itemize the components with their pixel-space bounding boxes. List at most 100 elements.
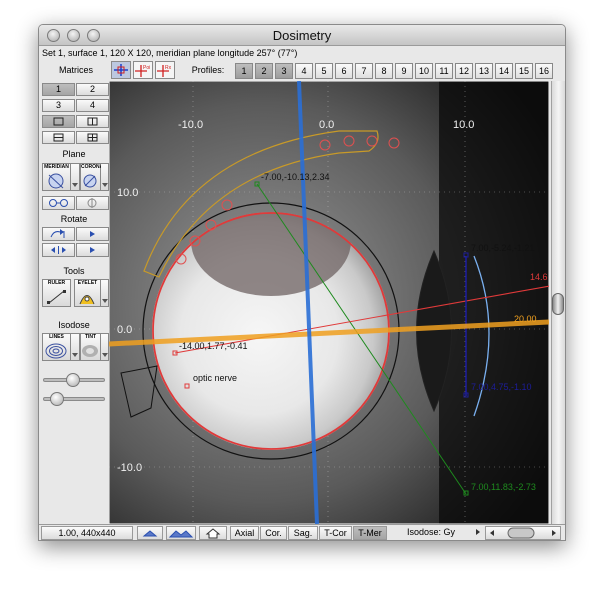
layout-single-button[interactable] bbox=[42, 115, 75, 128]
profile-button-16[interactable]: 16 bbox=[535, 63, 553, 79]
vertical-split-icon bbox=[87, 117, 98, 126]
left-panel: 1 2 3 4 Plane MERIDIAN CORONAL Rotate To… bbox=[39, 81, 109, 524]
info-line: Set 1, surface 1, 120 X 120, meridian pl… bbox=[39, 47, 565, 59]
poi-icon: Poi bbox=[135, 65, 150, 77]
layout-quad-button[interactable] bbox=[76, 131, 109, 144]
matrix-button-1[interactable]: 1 bbox=[42, 83, 75, 96]
slider-2-knob[interactable] bbox=[49, 392, 64, 406]
plane-flip-button[interactable] bbox=[76, 196, 109, 210]
mountain-large-icon bbox=[168, 530, 194, 538]
right-value-annotation: 14.6 bbox=[530, 272, 548, 282]
meridian-dropdown[interactable] bbox=[71, 163, 80, 191]
profile-button-15[interactable]: 15 bbox=[515, 63, 533, 79]
profile-button-3[interactable]: 3 bbox=[275, 63, 293, 79]
tint-icon bbox=[82, 345, 98, 357]
crosshair-tool-button[interactable] bbox=[111, 61, 131, 79]
profile-button-4[interactable]: 4 bbox=[295, 63, 313, 79]
rx-icon: Rx bbox=[157, 65, 172, 77]
isodose-slider-2[interactable] bbox=[43, 392, 105, 406]
concentric-lines-icon bbox=[45, 343, 67, 359]
plane-label: Plane bbox=[62, 149, 86, 159]
ruler-caption: RULER bbox=[47, 280, 66, 286]
rx-tool-button[interactable]: Rx bbox=[155, 61, 175, 79]
rotate-ccw-button[interactable] bbox=[42, 227, 75, 241]
tint-caption: TINT bbox=[84, 334, 97, 340]
x-axis-label-pos: 10.0 bbox=[453, 119, 474, 131]
eye-dosimetry-plot[interactable]: -10.0 0.0 10.0 10.0 0.0 -10.0 -7.00,-10.… bbox=[109, 81, 549, 524]
isodose-slider-1[interactable] bbox=[43, 373, 105, 387]
matrix-button-2[interactable]: 2 bbox=[76, 83, 109, 96]
status-bar: 1.00, 440x440 Axial Cor. Sag. T-Cor T-Me… bbox=[39, 524, 565, 540]
y-axis-label-pos: 10.0 bbox=[117, 187, 138, 199]
flip-circle-icon bbox=[87, 198, 97, 208]
home-button[interactable] bbox=[199, 526, 227, 540]
slider-1-knob[interactable] bbox=[65, 373, 80, 387]
dosimetry-window: Dosimetry Set 1, surface 1, 120 X 120, m… bbox=[38, 24, 566, 541]
tools-label: Tools bbox=[63, 266, 85, 276]
right-point-annotation: 20.00 bbox=[514, 314, 537, 324]
profile-button-12[interactable]: 12 bbox=[455, 63, 473, 79]
lens-bottom-annotation: 7.00,4.75,-1.10 bbox=[471, 382, 532, 392]
home-icon bbox=[205, 528, 221, 539]
horizontal-split-icon bbox=[53, 133, 64, 142]
matrix-button-3[interactable]: 3 bbox=[42, 99, 75, 112]
view-coronal-button[interactable]: Cor. bbox=[260, 526, 287, 540]
profile-button-13[interactable]: 13 bbox=[475, 63, 493, 79]
view-axial-button[interactable]: Axial bbox=[230, 526, 259, 540]
rotate-mirror-button[interactable] bbox=[42, 243, 75, 257]
y-axis-label-zero: 0.0 bbox=[117, 324, 132, 336]
profile-button-2[interactable]: 2 bbox=[255, 63, 273, 79]
zoom-in-button[interactable] bbox=[137, 526, 163, 540]
crosshair-icon bbox=[114, 64, 128, 76]
lines-dropdown[interactable] bbox=[71, 333, 80, 361]
profile-button-8[interactable]: 8 bbox=[375, 63, 393, 79]
meridian-plane-button[interactable]: MERIDIAN bbox=[42, 163, 71, 191]
layout-vertical-split-button[interactable] bbox=[76, 115, 109, 128]
isodose-lines-button[interactable]: LINES bbox=[42, 333, 71, 361]
ruler-tool-button[interactable]: RULER bbox=[42, 279, 71, 307]
layout-horizontal-split-button[interactable] bbox=[42, 131, 75, 144]
profile-button-6[interactable]: 6 bbox=[335, 63, 353, 79]
poi-text: Poi bbox=[143, 65, 150, 71]
mirror-arrows-icon bbox=[51, 246, 66, 254]
profile-button-10[interactable]: 10 bbox=[415, 63, 433, 79]
zoom-out-button[interactable] bbox=[166, 526, 196, 540]
meridian-caption: MERIDIAN bbox=[44, 164, 69, 170]
lines-caption: LINES bbox=[49, 334, 64, 340]
coronal-plane-button[interactable]: CORONAL bbox=[80, 163, 106, 191]
profile-button-11[interactable]: 11 bbox=[435, 63, 453, 79]
rotate-ccw-icon bbox=[50, 229, 65, 238]
play-right-icon bbox=[90, 247, 95, 253]
view-sagittal-button[interactable]: Sag. bbox=[288, 526, 318, 540]
single-pane-icon bbox=[53, 117, 64, 126]
rotate-step-right-button[interactable] bbox=[76, 227, 109, 241]
poi-tool-button[interactable]: Poi bbox=[133, 61, 153, 79]
profile-button-14[interactable]: 14 bbox=[495, 63, 513, 79]
eyelet-dropdown[interactable] bbox=[101, 279, 109, 307]
profile-button-5[interactable]: 5 bbox=[315, 63, 333, 79]
plane-link-button[interactable] bbox=[42, 196, 75, 210]
view-tmer-button[interactable]: T-Mer bbox=[353, 526, 387, 540]
matrix-button-4[interactable]: 4 bbox=[76, 99, 109, 112]
rx-text: Rx bbox=[165, 65, 172, 71]
rotate-step-right-2-button[interactable] bbox=[76, 243, 109, 257]
dosimetry-image-view[interactable]: -10.0 0.0 10.0 10.0 0.0 -10.0 -7.00,-10.… bbox=[109, 81, 549, 524]
play-right-icon[interactable] bbox=[473, 526, 483, 540]
isodose-units-label: Isodose: Gy bbox=[406, 527, 456, 537]
profile-button-7[interactable]: 7 bbox=[355, 63, 373, 79]
x-axis-label-neg: -10.0 bbox=[178, 119, 203, 131]
mountain-small-icon bbox=[142, 530, 158, 537]
scroll-arrows bbox=[490, 527, 556, 539]
view-tcor-button[interactable]: T-Cor bbox=[319, 526, 352, 540]
isodose-tint-button[interactable]: TINT bbox=[80, 333, 101, 361]
profile-button-9[interactable]: 9 bbox=[395, 63, 413, 79]
tint-dropdown[interactable] bbox=[101, 333, 109, 361]
profile-button-1[interactable]: 1 bbox=[235, 63, 253, 79]
coronal-dropdown[interactable] bbox=[101, 163, 109, 191]
lens-top-annotation: 7.00,-5.24,-1.21 bbox=[471, 243, 535, 253]
eyelet-tool-button[interactable]: EYELET bbox=[74, 279, 101, 307]
bottom-point-annotation: 7.00,11.83,-2.73 bbox=[471, 482, 536, 492]
vertical-scroll-thumb[interactable] bbox=[552, 293, 564, 315]
horizontal-scrollbar[interactable] bbox=[485, 526, 561, 540]
vertical-scrollbar[interactable] bbox=[551, 81, 565, 524]
